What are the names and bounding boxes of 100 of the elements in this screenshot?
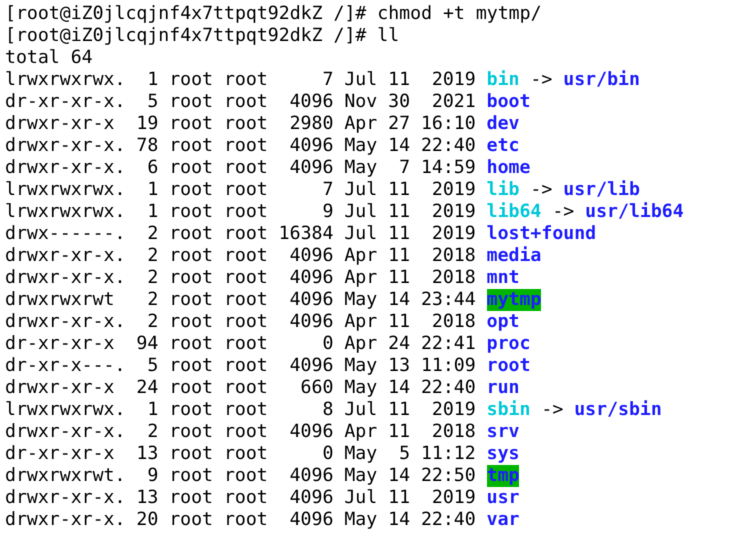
file-size: 4096 [288, 487, 334, 509]
owner-text: root [169, 465, 213, 487]
command-text: ll [377, 25, 400, 47]
owner-text: root [169, 157, 213, 179]
file-size: 4096 [288, 245, 334, 267]
file-name: tmp [486, 465, 520, 487]
link-count: 19 [136, 113, 158, 135]
day-text: 11 [388, 201, 410, 223]
file-name: root [486, 355, 530, 377]
time-text: 22:41 [420, 333, 476, 355]
file-name: sys [486, 443, 520, 465]
permissions-text: lrwxrwxrwx. [5, 69, 126, 91]
file-size: 4096 [288, 135, 334, 157]
link-count: 2 [146, 311, 158, 333]
owner-text: root [169, 267, 213, 289]
month-text: May [344, 157, 378, 179]
link-count: 1 [146, 201, 158, 223]
shell-prompt: [root@iZ0jlcqjnf4x7ttpqt92dkZ /]# [5, 25, 366, 47]
time-text: 2019 [430, 487, 476, 509]
day-text: 11 [388, 69, 410, 91]
link-count: 94 [136, 333, 158, 355]
group-text: root [224, 487, 268, 509]
day-text: 24 [388, 333, 410, 355]
link-count: 2 [146, 421, 158, 443]
group-text: root [224, 377, 268, 399]
link-count: 9 [146, 465, 158, 487]
file-name: lib [486, 179, 520, 201]
file-size: 4096 [288, 157, 334, 179]
permissions-text: drwxr-xr-x. [5, 267, 126, 289]
owner-text: root [169, 69, 213, 91]
time-text: 2018 [430, 421, 476, 443]
group-text: root [224, 311, 268, 333]
group-text: root [224, 509, 268, 531]
time-text: 2019 [430, 179, 476, 201]
file-size: 0 [321, 333, 334, 355]
day-text: 11 [388, 245, 410, 267]
permissions-text: lrwxrwxrwx. [5, 399, 126, 421]
group-text: root [224, 333, 268, 355]
owner-text: root [169, 135, 213, 157]
file-size: 4096 [288, 465, 334, 487]
permissions-text: drwx------. [5, 223, 126, 245]
owner-text: root [169, 399, 213, 421]
file-size: 4096 [288, 289, 334, 311]
month-text: May [344, 377, 378, 399]
file-name: media [486, 245, 542, 267]
time-text: 2019 [430, 223, 476, 245]
month-text: Jul [344, 201, 378, 223]
time-text: 2018 [430, 267, 476, 289]
day-text: 11 [388, 311, 410, 333]
time-text: 11:12 [420, 443, 476, 465]
symlink-arrow: -> [530, 69, 552, 91]
link-count: 1 [146, 399, 158, 421]
file-name: mnt [486, 267, 520, 289]
group-text: root [224, 399, 268, 421]
group-text: root [224, 267, 268, 289]
month-text: May [344, 443, 378, 465]
day-text: 13 [388, 355, 410, 377]
group-text: root [224, 465, 268, 487]
month-text: May [344, 289, 378, 311]
owner-text: root [169, 333, 213, 355]
time-text: 2021 [430, 91, 476, 113]
permissions-text: drwxr-xr-x. [5, 135, 126, 157]
month-text: Jul [344, 223, 378, 245]
month-text: May [344, 465, 378, 487]
file-size: 2980 [288, 113, 334, 135]
day-text: 11 [388, 267, 410, 289]
file-name: run [486, 377, 520, 399]
time-text: 22:50 [420, 465, 476, 487]
file-name: usr [486, 487, 520, 509]
link-count: 24 [136, 377, 158, 399]
file-size: 7 [321, 179, 334, 201]
day-text: 11 [388, 399, 410, 421]
file-name: var [486, 509, 520, 531]
link-count: 20 [136, 509, 158, 531]
month-text: Apr [344, 113, 378, 135]
group-text: root [224, 91, 268, 113]
symlink-arrow: -> [552, 201, 574, 223]
file-name: boot [486, 91, 530, 113]
owner-text: root [169, 179, 213, 201]
day-text: 11 [388, 487, 410, 509]
file-size: 660 [300, 377, 334, 399]
time-text: 2018 [430, 311, 476, 333]
file-name: bin [486, 69, 520, 91]
month-text: May [344, 355, 378, 377]
permissions-text: lrwxrwxrwx. [5, 201, 126, 223]
file-name: mytmp [486, 289, 542, 311]
link-count: 2 [146, 223, 158, 245]
file-size: 4096 [288, 355, 334, 377]
day-text: 30 [388, 91, 410, 113]
link-target: usr/lib64 [585, 201, 684, 223]
day-text: 5 [398, 443, 410, 465]
month-text: Nov [344, 91, 378, 113]
permissions-text: drwxr-xr-x. [5, 245, 126, 267]
day-text: 14 [388, 509, 410, 531]
link-count: 5 [146, 355, 158, 377]
file-size: 16384 [278, 223, 334, 245]
link-count: 2 [146, 245, 158, 267]
owner-text: root [169, 311, 213, 333]
owner-text: root [169, 223, 213, 245]
group-text: root [224, 289, 268, 311]
